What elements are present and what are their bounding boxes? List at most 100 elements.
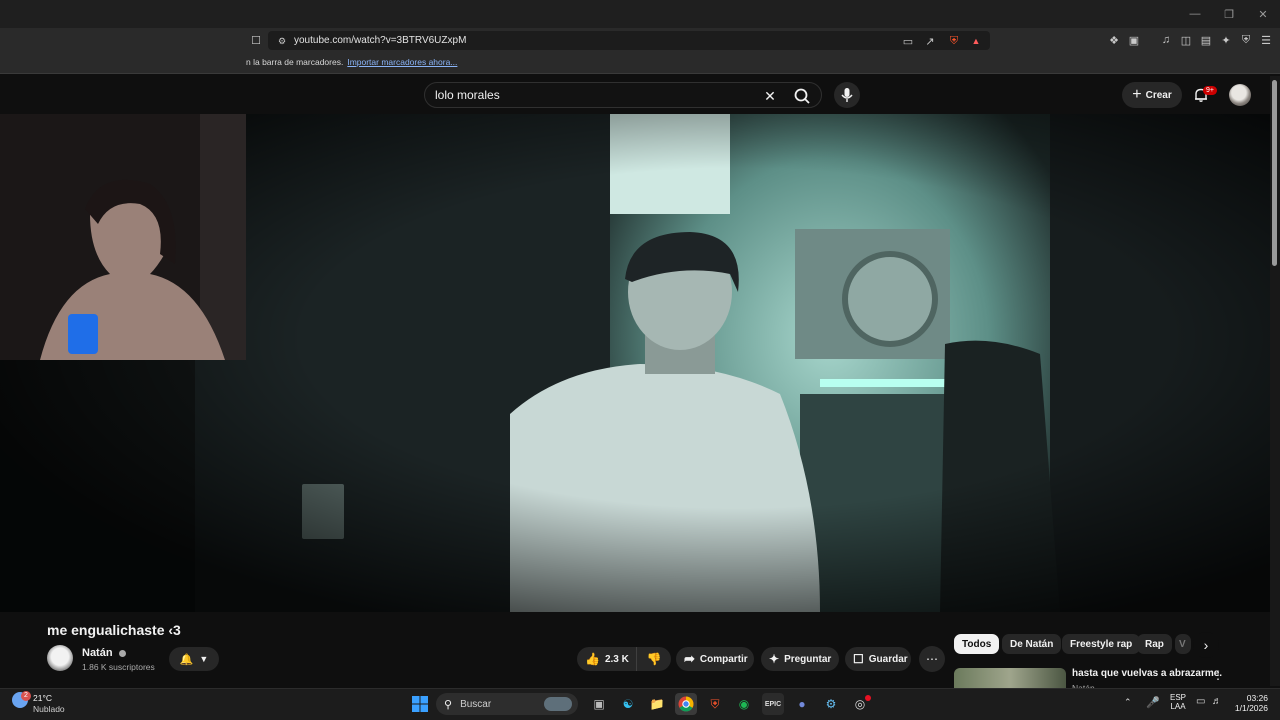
window-controls: — ❐ ✕ [1178, 0, 1280, 28]
chip-all[interactable]: Todos [954, 634, 1000, 654]
chip-partial[interactable]: V [1175, 634, 1191, 654]
search-input[interactable] [435, 88, 755, 102]
related-video-title[interactable]: hasta que vuelvas a abrazarme. [1072, 668, 1222, 679]
windows-logo-icon [412, 696, 428, 712]
like-button[interactable]: 👍 2.3 K [577, 647, 637, 671]
share-page-icon[interactable]: ↗ [922, 33, 938, 49]
account-avatar[interactable] [1229, 84, 1251, 106]
bookmarks-message: n la barra de marcadores. [246, 57, 344, 67]
cast-icon[interactable]: ▭ [900, 33, 916, 49]
maximize-icon[interactable]: ❐ [1212, 0, 1246, 28]
video-player[interactable] [0, 114, 1270, 612]
like-dislike-group: 👍 2.3 K 👎 [577, 647, 671, 671]
create-button[interactable]: + Crear [1122, 82, 1182, 108]
windows-start-button[interactable] [409, 693, 431, 715]
chips-next-button[interactable]: › [1193, 632, 1219, 658]
save-button[interactable]: ☐ Guardar [845, 647, 911, 671]
more-actions-button[interactable]: ⋯ [919, 646, 945, 672]
search-icon[interactable] [791, 85, 813, 107]
extensions-icon[interactable]: ❖ [1106, 32, 1122, 48]
chip-rap[interactable]: Rap [1137, 634, 1172, 654]
chrome-icon[interactable] [675, 693, 697, 715]
dislike-button[interactable]: 👎 [637, 647, 671, 671]
network-icon[interactable]: ▭ [1196, 696, 1205, 707]
language-top: ESP [1170, 693, 1187, 702]
bookmarks-bar [0, 52, 1280, 74]
share-icon: ➦ [684, 651, 695, 666]
chip-from-channel[interactable]: De Natán [1002, 634, 1062, 654]
bookmark-icon[interactable]: ☐ [248, 32, 264, 48]
weather-badge: 2 [21, 691, 31, 701]
minimize-icon[interactable]: — [1178, 0, 1212, 28]
weather-temp[interactable]: 21°C [33, 693, 52, 703]
browser-title-bar [0, 0, 1280, 28]
channel-name[interactable]: Natán [82, 647, 126, 659]
taskbar-search[interactable]: ⚲ Buscar [436, 693, 578, 715]
voice-search-button[interactable] [834, 82, 860, 108]
language-bottom: LAA [1170, 702, 1186, 711]
like-count: 2.3 K [604, 653, 629, 665]
steam-icon[interactable]: ⚙ [820, 693, 842, 715]
weather-desc: Nublado [33, 704, 65, 714]
windows-taskbar [0, 688, 1280, 720]
video-title: me engualichaste ‹3 [47, 622, 181, 638]
wallet-icon[interactable]: ▤ [1198, 32, 1214, 48]
webcam-overlay [0, 114, 246, 360]
bookmarks-bar-text: n la barra de marcadores. Importar marcad… [246, 57, 457, 67]
sidebar-icon[interactable]: ◫ [1178, 32, 1194, 48]
webcam-feed [0, 114, 246, 360]
spotify-icon[interactable]: ◉ [733, 693, 755, 715]
save-label: Guardar [868, 653, 908, 665]
ask-label: Preguntar [784, 653, 832, 665]
file-explorer-icon[interactable]: 📁 [646, 693, 668, 715]
import-bookmarks-link[interactable]: Importar marcadores ahora... [347, 57, 457, 67]
subscription-bell-button[interactable]: 🔔 ▼ [169, 647, 219, 671]
tab-icon[interactable]: ▣ [1126, 32, 1142, 48]
recording-dot-icon [865, 695, 871, 701]
search-box[interactable]: ✕ [424, 82, 822, 108]
clear-search-icon[interactable]: ✕ [761, 87, 779, 105]
share-label: Compartir [699, 653, 748, 665]
taskbar-search-placeholder: Buscar [460, 698, 492, 710]
clock-time: 03:26 [1246, 693, 1268, 703]
music-icon[interactable]: ♫ [1158, 32, 1174, 48]
edge-icon[interactable]: ☯ [617, 693, 639, 715]
chrome-logo [678, 696, 694, 712]
related-more-icon[interactable]: ⋮ [1212, 668, 1224, 682]
thumbs-up-icon: 👍 [585, 652, 600, 666]
chevron-right-icon: › [1203, 637, 1209, 653]
chip-freestyle-rap[interactable]: Freestyle rap [1062, 634, 1141, 654]
notification-badge: 9+ [1203, 86, 1217, 95]
brave-icon[interactable]: ⛨ [704, 693, 726, 715]
address-bar[interactable]: ⚙ youtube.com/watch?v=3BTRV6UZxpM ▭ ↗ ⛨ … [268, 31, 990, 50]
epic-games-icon[interactable]: EPIC [762, 693, 784, 715]
url-text: youtube.com/watch?v=3BTRV6UZxpM [294, 35, 467, 46]
language-indicator[interactable]: ESP LAA [1170, 693, 1186, 711]
site-settings-icon[interactable]: ⚙ [274, 33, 290, 49]
close-icon[interactable]: ✕ [1246, 0, 1280, 28]
brave-shield-icon[interactable]: ⛨ [946, 33, 962, 49]
leo-ai-icon[interactable]: ✦ [1218, 32, 1234, 48]
clock[interactable]: 03:26 1/1/2026 [1230, 693, 1268, 713]
more-horizontal-icon: ⋯ [926, 652, 938, 666]
chevron-down-icon: ▼ [199, 654, 209, 664]
bell-outline-icon: 🔔 [179, 653, 194, 666]
thumbs-down-icon: 👎 [646, 652, 662, 666]
vpn-icon[interactable]: ⛨ [1238, 32, 1254, 48]
discord-icon[interactable]: ● [791, 693, 813, 715]
share-button[interactable]: ➦ Compartir [676, 647, 754, 671]
brave-rewards-icon[interactable]: ▲ [968, 33, 984, 49]
save-playlist-icon: ☐ [853, 652, 864, 666]
menu-icon[interactable]: ☰ [1258, 32, 1274, 48]
channel-name-text: Natán [82, 647, 113, 659]
create-label: Crear [1145, 89, 1172, 101]
scrollbar-thumb[interactable] [1272, 80, 1277, 266]
channel-avatar[interactable] [47, 645, 73, 671]
taskbar-search-icon: ⚲ [444, 698, 453, 711]
related-thumbnail[interactable] [954, 668, 1066, 688]
tray-mic-icon[interactable]: 🎤 [1146, 696, 1160, 709]
task-view-icon[interactable]: ▣ [588, 693, 610, 715]
volume-icon[interactable]: ♬ [1212, 696, 1222, 707]
tray-overflow-icon[interactable]: ⌃ [1124, 697, 1132, 708]
ask-button[interactable]: ✦ Preguntar [761, 647, 839, 671]
